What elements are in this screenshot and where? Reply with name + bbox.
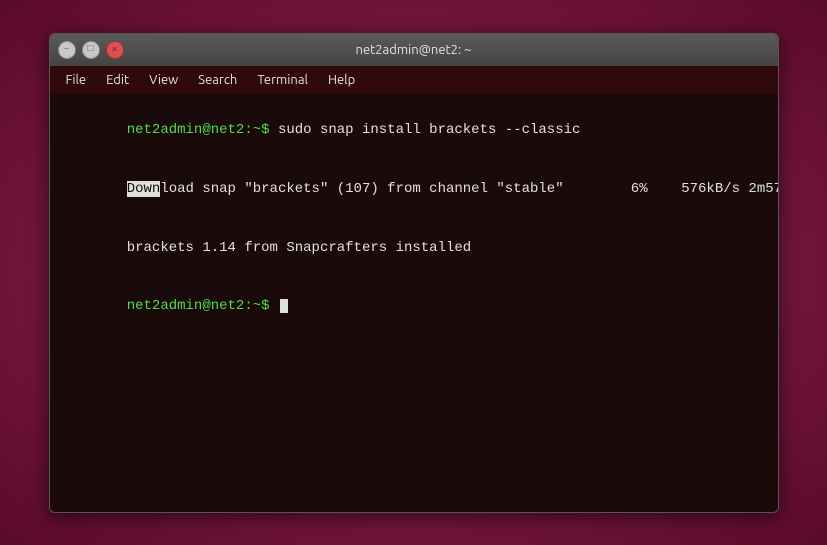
cursor [280, 299, 288, 313]
menu-search[interactable]: Search [190, 70, 245, 90]
desktop: – □ ✕ net2admin@net2: ~ File Edit View S… [0, 0, 827, 545]
terminal-line-3: brackets 1.14 from Snapcrafters installe… [60, 219, 768, 278]
command-1: sudo snap install brackets --classic [278, 122, 580, 138]
prompt-2: net2admin@net2:~$ [127, 298, 278, 314]
download-highlight: Down [127, 181, 161, 197]
terminal-line-1: net2admin@net2:~$ sudo snap install brac… [60, 102, 768, 161]
prompt-1: net2admin@net2:~$ [127, 122, 278, 138]
close-button[interactable]: ✕ [106, 41, 124, 59]
terminal-window: – □ ✕ net2admin@net2: ~ File Edit View S… [49, 33, 779, 513]
menu-file[interactable]: File [58, 70, 95, 90]
terminal-line-4: net2admin@net2:~$ [60, 278, 768, 337]
window-controls[interactable]: – □ ✕ [58, 41, 124, 59]
download-progress: 6% 576kB/s 2m57s [564, 181, 778, 197]
menu-bar: File Edit View Search Terminal Help [50, 66, 778, 94]
installed-msg: brackets 1.14 from Snapcrafters installe… [127, 240, 471, 256]
menu-terminal[interactable]: Terminal [249, 70, 316, 90]
menu-edit[interactable]: Edit [98, 70, 137, 90]
window-title: net2admin@net2: ~ [124, 43, 704, 57]
download-rest: load snap "brackets" (107) from channel … [160, 181, 563, 197]
menu-view[interactable]: View [141, 70, 186, 90]
minimize-button[interactable]: – [58, 41, 76, 59]
maximize-button[interactable]: □ [82, 41, 100, 59]
terminal-line-2: Download snap "brackets" (107) from chan… [60, 160, 768, 219]
terminal-body[interactable]: net2admin@net2:~$ sudo snap install brac… [50, 94, 778, 512]
menu-help[interactable]: Help [320, 70, 363, 90]
title-bar: – □ ✕ net2admin@net2: ~ [50, 34, 778, 66]
